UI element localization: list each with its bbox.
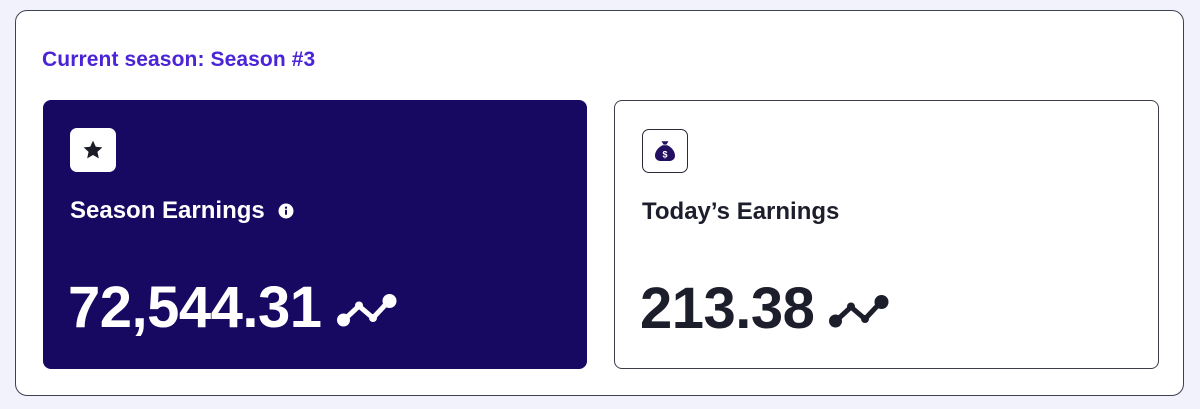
- season-earnings-card: Season Earnings 72,544.31: [43, 100, 587, 369]
- svg-text:$: $: [662, 150, 667, 160]
- token-icon: [828, 293, 890, 329]
- info-icon[interactable]: [277, 202, 295, 220]
- season-earnings-value: 72,544.31: [68, 275, 322, 340]
- season-earnings-label-row: Season Earnings: [70, 197, 295, 225]
- today-earnings-card: $ Today’s Earnings 213.38: [614, 100, 1159, 369]
- today-earnings-value-row: 213.38: [640, 279, 890, 339]
- today-earnings-label-row: Today’s Earnings: [642, 198, 839, 226]
- season-earnings-label: Season Earnings: [70, 197, 265, 224]
- today-earnings-icon-box: $: [642, 129, 688, 173]
- money-bag-icon: $: [655, 141, 675, 161]
- season-earnings-icon-box: [70, 128, 116, 172]
- season-earnings-value-row: 72,544.31: [68, 278, 398, 338]
- today-earnings-label: Today’s Earnings: [642, 198, 840, 225]
- earnings-panel: Current season: Season #3 Season Earning…: [15, 10, 1184, 396]
- token-icon: [336, 292, 398, 328]
- star-icon: [83, 140, 103, 159]
- today-earnings-value: 213.38: [640, 276, 815, 341]
- current-season-title: Current season: Season #3: [42, 48, 316, 71]
